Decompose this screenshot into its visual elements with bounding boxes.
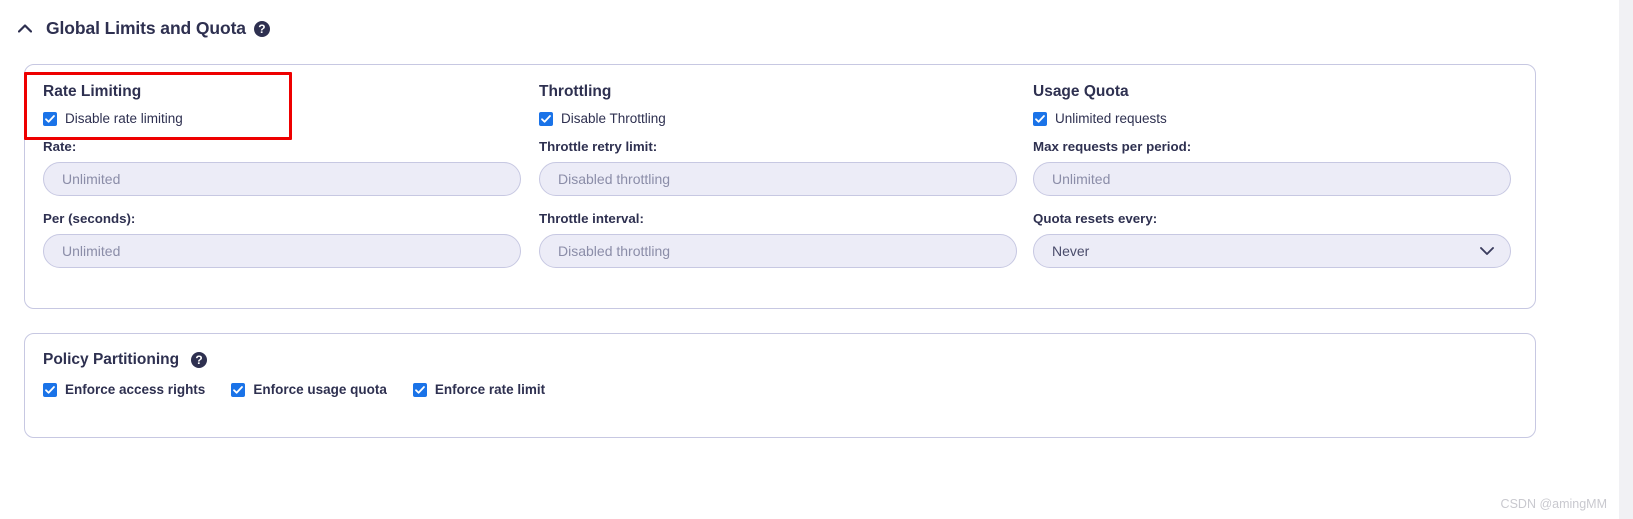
section-header: Global Limits and Quota ? [0, 0, 1560, 56]
help-circle-icon[interactable]: ? [253, 21, 270, 37]
chevron-up-icon[interactable] [14, 17, 36, 39]
enforce-rate-limit-label[interactable]: Enforce rate limit [435, 382, 545, 397]
throttle-retry-limit-label: Throttle retry limit: [539, 139, 658, 154]
disable-rate-limiting-label[interactable]: Disable rate limiting [65, 111, 183, 126]
throttle-interval-input[interactable]: Disabled throttling [539, 234, 1017, 268]
max-requests-per-period-input[interactable]: Unlimited [1033, 162, 1511, 196]
enforce-rate-limit-checkbox[interactable] [412, 382, 427, 397]
watermark: CSDN @amingMM [1500, 497, 1607, 511]
column-throttling: Throttling Disable Throttling Throttle r… [539, 82, 1017, 282]
limits-columns: Rate Limiting Disable rate limiting Rate… [25, 65, 1535, 308]
enforce-usage-quota-checkbox[interactable] [231, 382, 246, 397]
per-seconds-input[interactable]: Unlimited [43, 234, 521, 268]
column-title-rate-limiting: Rate Limiting [43, 83, 142, 100]
max-requests-per-period-label: Max requests per period: [1033, 139, 1192, 154]
enforce-rate-limit-row[interactable]: Enforce rate limit [412, 382, 545, 397]
column-title-usage-quota: Usage Quota [1033, 83, 1129, 100]
policy-partitioning-title-row: Policy Partitioning ? [43, 351, 571, 369]
enforce-usage-quota-label[interactable]: Enforce usage quota [253, 382, 387, 397]
rate-input[interactable]: Unlimited [43, 162, 521, 196]
enforce-access-rights-checkbox[interactable] [43, 382, 57, 397]
disable-throttling-label[interactable]: Disable Throttling [561, 111, 666, 126]
throttle-interval-label: Throttle interval: [539, 211, 644, 226]
policy-partitioning-checkboxes: Enforce access rights Enforce usage quot… [43, 382, 571, 397]
disable-throttling-checkbox[interactable] [539, 111, 553, 126]
quota-resets-every-value: Never [1052, 243, 1090, 259]
quota-resets-every-select[interactable]: Never [1033, 234, 1511, 268]
policy-partitioning-inner: Policy Partitioning ? Enforce access rig… [43, 351, 571, 397]
disable-rate-limiting-row[interactable]: Disable rate limiting [43, 111, 521, 126]
enforce-access-rights-row[interactable]: Enforce access rights [43, 382, 205, 397]
column-title-throttling: Throttling [539, 83, 612, 100]
enforce-access-rights-label[interactable]: Enforce access rights [65, 382, 205, 397]
disable-throttling-row[interactable]: Disable Throttling [539, 111, 1017, 126]
column-usage-quota: Usage Quota Unlimited requests Max reque… [1033, 82, 1511, 282]
chevron-down-icon[interactable] [1480, 247, 1494, 256]
enforce-usage-quota-row[interactable]: Enforce usage quota [231, 382, 387, 397]
page-title: Global Limits and Quota [46, 17, 246, 38]
quota-resets-every-label: Quota resets every: [1033, 211, 1158, 226]
help-circle-icon[interactable]: ? [191, 352, 208, 368]
rate-field-label: Rate: [43, 139, 77, 154]
global-limits-card: Rate Limiting Disable rate limiting Rate… [24, 64, 1536, 309]
column-rate-limiting: Rate Limiting Disable rate limiting Rate… [43, 82, 521, 282]
disable-rate-limiting-checkbox[interactable] [43, 111, 57, 126]
unlimited-requests-checkbox[interactable] [1033, 111, 1047, 126]
policy-partitioning-card: Policy Partitioning ? Enforce access rig… [24, 333, 1536, 438]
policy-partitioning-title: Policy Partitioning [43, 351, 180, 368]
throttle-retry-limit-input[interactable]: Disabled throttling [539, 162, 1017, 196]
unlimited-requests-label[interactable]: Unlimited requests [1055, 111, 1167, 126]
per-seconds-field-label: Per (seconds): [43, 211, 136, 226]
page-scrollbar[interactable] [1619, 0, 1633, 519]
unlimited-requests-row[interactable]: Unlimited requests [1033, 111, 1511, 126]
